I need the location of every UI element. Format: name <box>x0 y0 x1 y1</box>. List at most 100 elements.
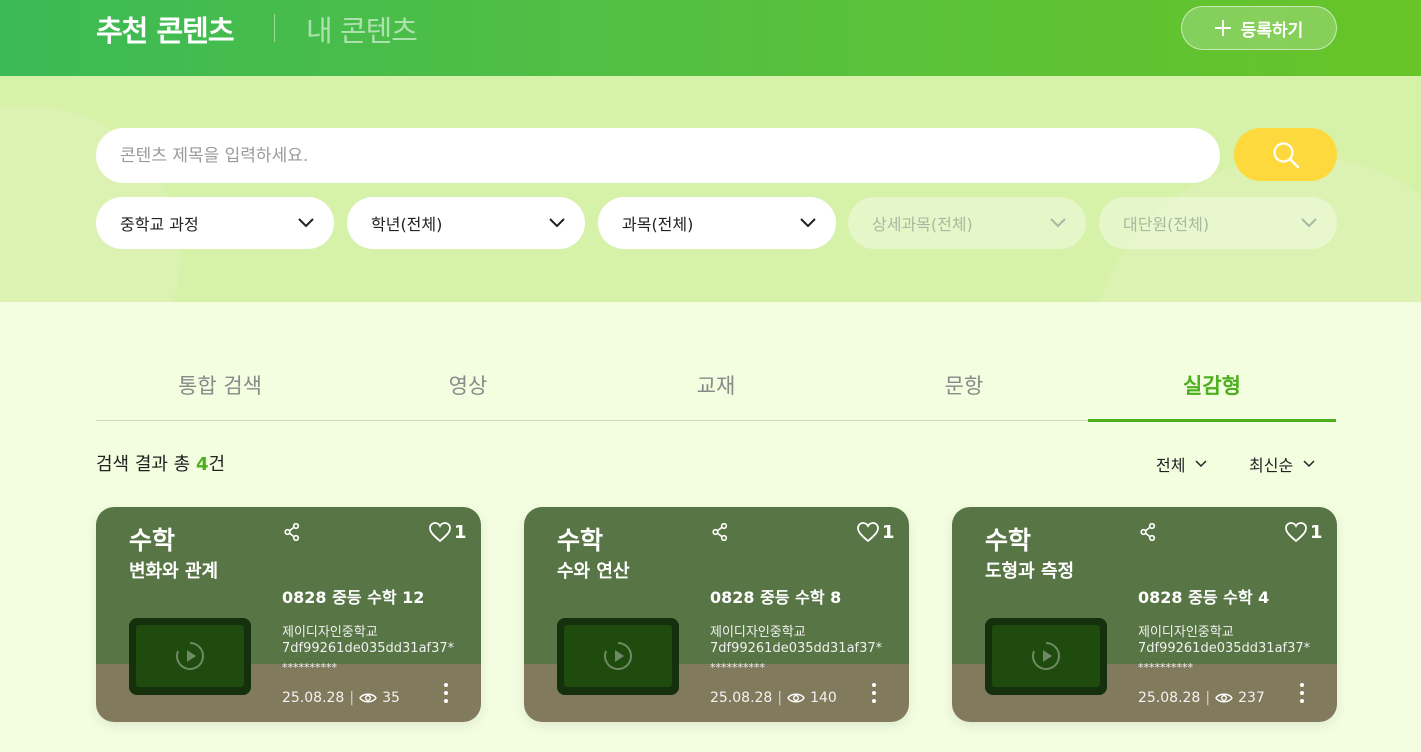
filter-label: 대단원(전체) <box>1123 215 1210 234</box>
thumbnail-screen <box>564 625 672 687</box>
filter-label: 학년(전체) <box>371 215 443 234</box>
like-button[interactable]: 1 <box>428 521 467 543</box>
thumbnail-screen <box>992 625 1100 687</box>
filter-detail-subject: 상세과목(전체) <box>848 197 1086 249</box>
eye-icon <box>359 693 377 703</box>
filter-label: 과목(전체) <box>622 215 694 234</box>
card-unit: 변화와 관계 <box>129 561 219 582</box>
result-number: 4 <box>195 454 209 475</box>
more-vertical-icon <box>1300 683 1304 703</box>
chevron-down-icon <box>1303 460 1315 468</box>
more-button[interactable] <box>1298 682 1306 708</box>
card-author-code: 7df99261de035dd31af37* <box>710 641 883 656</box>
card-date: 25.08.28 <box>710 690 773 706</box>
share-icon <box>712 522 728 542</box>
card-title: 0828 중등 수학 8 <box>710 588 842 607</box>
like-count: 1 <box>1310 521 1323 543</box>
like-button[interactable]: 1 <box>856 521 895 543</box>
eye-icon <box>1215 693 1233 703</box>
nav-recommended[interactable]: 추천 콘텐츠 <box>96 8 234 50</box>
search-area: 중학교 과정 학년(전체) 과목(전체) 상세과목(전체) 대단원(전체) <box>0 76 1421 302</box>
meta-separator: | <box>777 690 783 706</box>
card-date: 25.08.28 <box>1138 690 1201 706</box>
like-count: 1 <box>882 521 895 543</box>
filter-grade[interactable]: 학년(전체) <box>347 197 585 249</box>
sort-dropdown[interactable]: 최신순 <box>1249 452 1315 476</box>
filter-label: 중학교 과정 <box>120 215 199 234</box>
meta-separator: | <box>349 690 355 706</box>
filter-subject[interactable]: 과목(전체) <box>598 197 836 249</box>
content-card[interactable]: 수학 도형과 측정 1 0828 중등 수학 4 제이디자인중학교 7df992… <box>952 507 1337 722</box>
more-button[interactable] <box>442 682 450 708</box>
card-subject: 수학 <box>985 526 1032 555</box>
card-views: 140 <box>810 690 837 706</box>
share-icon <box>284 522 300 542</box>
card-subject: 수학 <box>557 526 604 555</box>
card-title: 0828 중등 수학 4 <box>1138 588 1270 607</box>
video-thumbnail[interactable] <box>129 618 251 695</box>
card-author-mask: ********** <box>282 661 337 674</box>
share-button[interactable] <box>712 522 728 545</box>
filter-unit: 대단원(전체) <box>1099 197 1337 249</box>
content-card[interactable]: 수학 수와 연산 1 0828 중등 수학 8 제이디자인중학교 7df9926… <box>524 507 909 722</box>
card-meta: 25.08.28 | 140 <box>710 690 837 706</box>
result-count: 검색 결과 총 4건 <box>96 450 225 476</box>
share-button[interactable] <box>1140 522 1156 545</box>
tab-immersive[interactable]: 실감형 <box>1088 360 1336 422</box>
more-vertical-icon <box>444 683 448 703</box>
play-icon <box>1032 642 1060 670</box>
card-unit: 수와 연산 <box>557 561 630 582</box>
plus-icon <box>1214 20 1231 36</box>
tab-question[interactable]: 문항 <box>840 360 1088 420</box>
nav-divider <box>274 14 275 42</box>
card-subject: 수학 <box>129 526 176 555</box>
chevron-down-icon <box>1195 460 1207 468</box>
play-icon <box>176 642 204 670</box>
type-filter-dropdown[interactable]: 전체 <box>1156 452 1207 476</box>
filter-course[interactable]: 중학교 과정 <box>96 197 334 249</box>
like-count: 1 <box>454 521 467 543</box>
chevron-down-icon <box>800 218 816 228</box>
search-icon <box>1272 141 1299 168</box>
card-author-mask: ********** <box>1138 661 1193 674</box>
thumbnail-screen <box>136 625 244 687</box>
tab-video[interactable]: 영상 <box>344 360 592 420</box>
search-input[interactable] <box>96 128 1220 183</box>
card-author-code: 7df99261de035dd31af37* <box>1138 641 1311 656</box>
heart-icon <box>1285 522 1307 543</box>
video-thumbnail[interactable] <box>557 618 679 695</box>
filter-label: 상세과목(전체) <box>872 215 973 234</box>
more-vertical-icon <box>872 683 876 703</box>
chevron-down-icon <box>1301 218 1317 228</box>
meta-separator: | <box>1205 690 1211 706</box>
share-button[interactable] <box>284 522 300 545</box>
chevron-down-icon <box>1050 218 1066 228</box>
card-views: 35 <box>382 690 400 706</box>
card-meta: 25.08.28 | 35 <box>282 690 400 706</box>
more-button[interactable] <box>870 682 878 708</box>
card-meta: 25.08.28 | 237 <box>1138 690 1265 706</box>
share-icon <box>1140 522 1156 542</box>
card-author-code: 7df99261de035dd31af37* <box>282 641 455 656</box>
register-button[interactable]: 등록하기 <box>1181 6 1337 50</box>
eye-icon <box>787 693 805 703</box>
register-label: 등록하기 <box>1240 20 1304 41</box>
result-suffix: 건 <box>208 454 226 475</box>
card-author-mask: ********** <box>710 661 765 674</box>
card-date: 25.08.28 <box>282 690 345 706</box>
heart-icon <box>857 522 879 543</box>
content-card[interactable]: 수학 변화와 관계 1 0828 중등 수학 12 제이디자인중학교 7df99… <box>96 507 481 722</box>
card-title: 0828 중등 수학 12 <box>282 588 425 607</box>
result-prefix: 검색 결과 총 <box>96 454 196 475</box>
card-school: 제이디자인중학교 <box>1138 625 1234 640</box>
tab-integrated[interactable]: 통합 검색 <box>96 360 344 420</box>
tab-textbook[interactable]: 교재 <box>592 360 840 420</box>
search-button[interactable] <box>1234 128 1337 181</box>
like-button[interactable]: 1 <box>1284 521 1323 543</box>
video-thumbnail[interactable] <box>985 618 1107 695</box>
card-views: 237 <box>1238 690 1265 706</box>
heart-icon <box>429 522 451 543</box>
card-unit: 도형과 측정 <box>985 561 1075 582</box>
nav-my-content[interactable]: 내 콘텐츠 <box>306 8 418 50</box>
type-filter-label: 전체 <box>1156 456 1186 475</box>
